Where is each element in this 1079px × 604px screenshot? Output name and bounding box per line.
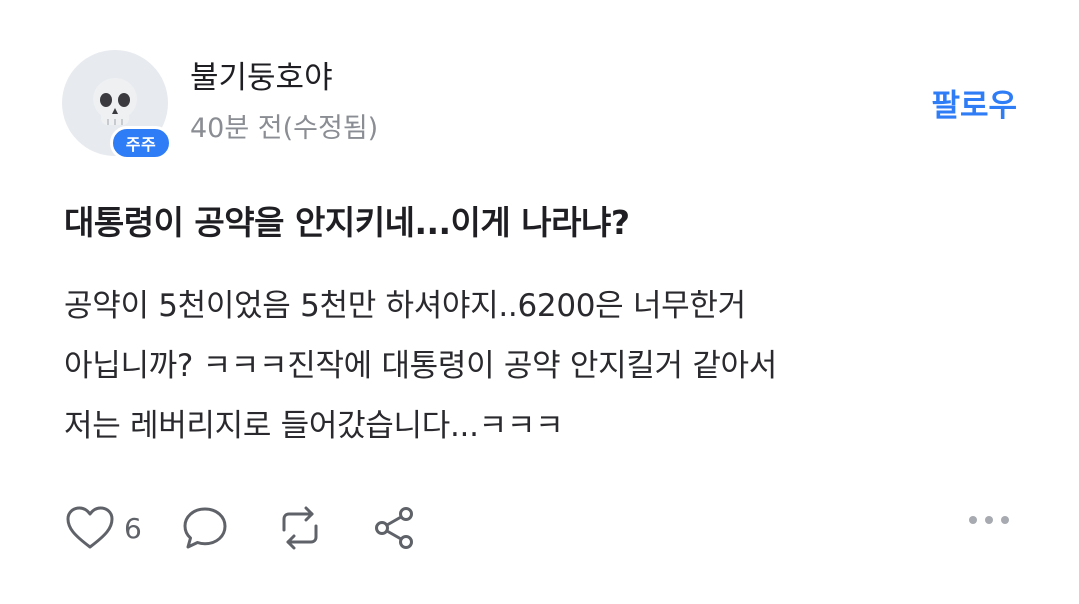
post-card: 주주 불기둥호야 40분 전(수정됨) 팔로우 대통령이 공약을 안지키네...… [0, 0, 1079, 604]
heart-icon [64, 504, 116, 552]
share-icon [370, 504, 418, 552]
more-horizontal-icon [967, 512, 1011, 531]
comment-icon [180, 504, 230, 552]
comment-button[interactable] [180, 504, 230, 552]
post-body: 공약이 5천이었음 5천만 하셔야지..6200은 너무한거 아닙니까? ㅋㅋㅋ… [64, 276, 1024, 456]
repost-icon [274, 504, 326, 552]
more-options-button[interactable] [967, 512, 1011, 531]
author-avatar[interactable]: 주주 [62, 50, 172, 160]
like-count: 6 [124, 511, 142, 545]
post-timestamp: 40분 전(수정됨) [190, 113, 379, 144]
post-actions: 6 [64, 502, 418, 554]
post-body-line: 공약이 5천이었음 5천만 하셔야지..6200은 너무한거 [64, 288, 746, 324]
post-body-line: 저는 레버리지로 들어갔습니다...ㅋㅋㅋ [64, 408, 564, 444]
post-body-line: 아닙니까? ㅋㅋㅋ진작에 대통령이 공약 안지킬거 같아서 [64, 348, 777, 384]
share-button[interactable] [370, 504, 418, 552]
author-name[interactable]: 불기둥호야 [190, 52, 333, 97]
shareholder-badge: 주주 [110, 126, 172, 160]
repost-button[interactable] [274, 504, 326, 552]
post-title: 대통령이 공약을 안지키네...이게 나라냐? [64, 203, 630, 242]
like-button[interactable]: 6 [64, 504, 180, 552]
follow-button[interactable]: 팔로우 [931, 80, 1017, 125]
